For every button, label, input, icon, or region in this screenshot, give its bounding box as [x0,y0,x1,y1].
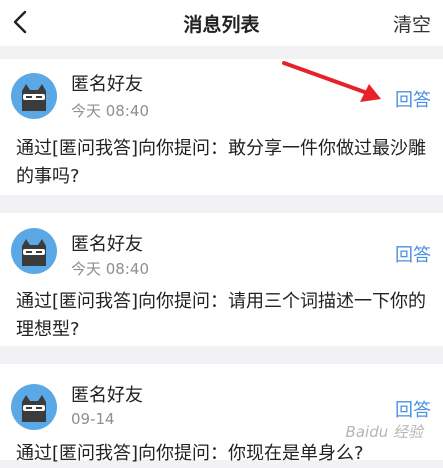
back-chevron-icon[interactable] [11,9,31,35]
message-time: 今天 08:40 [71,260,149,278]
message-card: 匿名好友 今天 08:40 回答 通过[匿问我答]向你提问：请用三个词描述一下你… [0,213,443,346]
reply-button[interactable]: 回答 [395,86,431,112]
clear-button[interactable]: 清空 [393,10,431,37]
sender-name: 匿名好友 [71,74,143,95]
message-card: 匿名好友 09-14 回答 通过[匿问我答]向你提问：你现在是单身么? [0,364,443,464]
question-text: 通过[匿问我答]向你提问：请用三个词描述一下你的理想型? [16,291,427,340]
avatar-icon [11,228,57,274]
question-text: 通过[匿问我答]向你提问：你现在是单身么? [16,443,364,464]
message-time: 今天 08:40 [71,102,149,120]
page-title: 消息列表 [183,14,260,36]
annotation-arrow-icon [282,61,381,102]
reply-button[interactable]: 回答 [395,241,431,267]
message-time: 09-14 [71,410,115,428]
watermark: Baidu 经验 [345,423,423,441]
sender-name: 匿名好友 [71,234,143,255]
sender-name: 匿名好友 [71,385,143,406]
avatar-icon [11,73,57,119]
top-bar: 消息列表 清空 [0,0,443,46]
avatar-icon [11,384,57,430]
question-text: 通过[匿问我答]向你提问：敢分享一件你做过最沙雕的事吗? [16,138,427,187]
reply-button[interactable]: 回答 [395,396,431,422]
